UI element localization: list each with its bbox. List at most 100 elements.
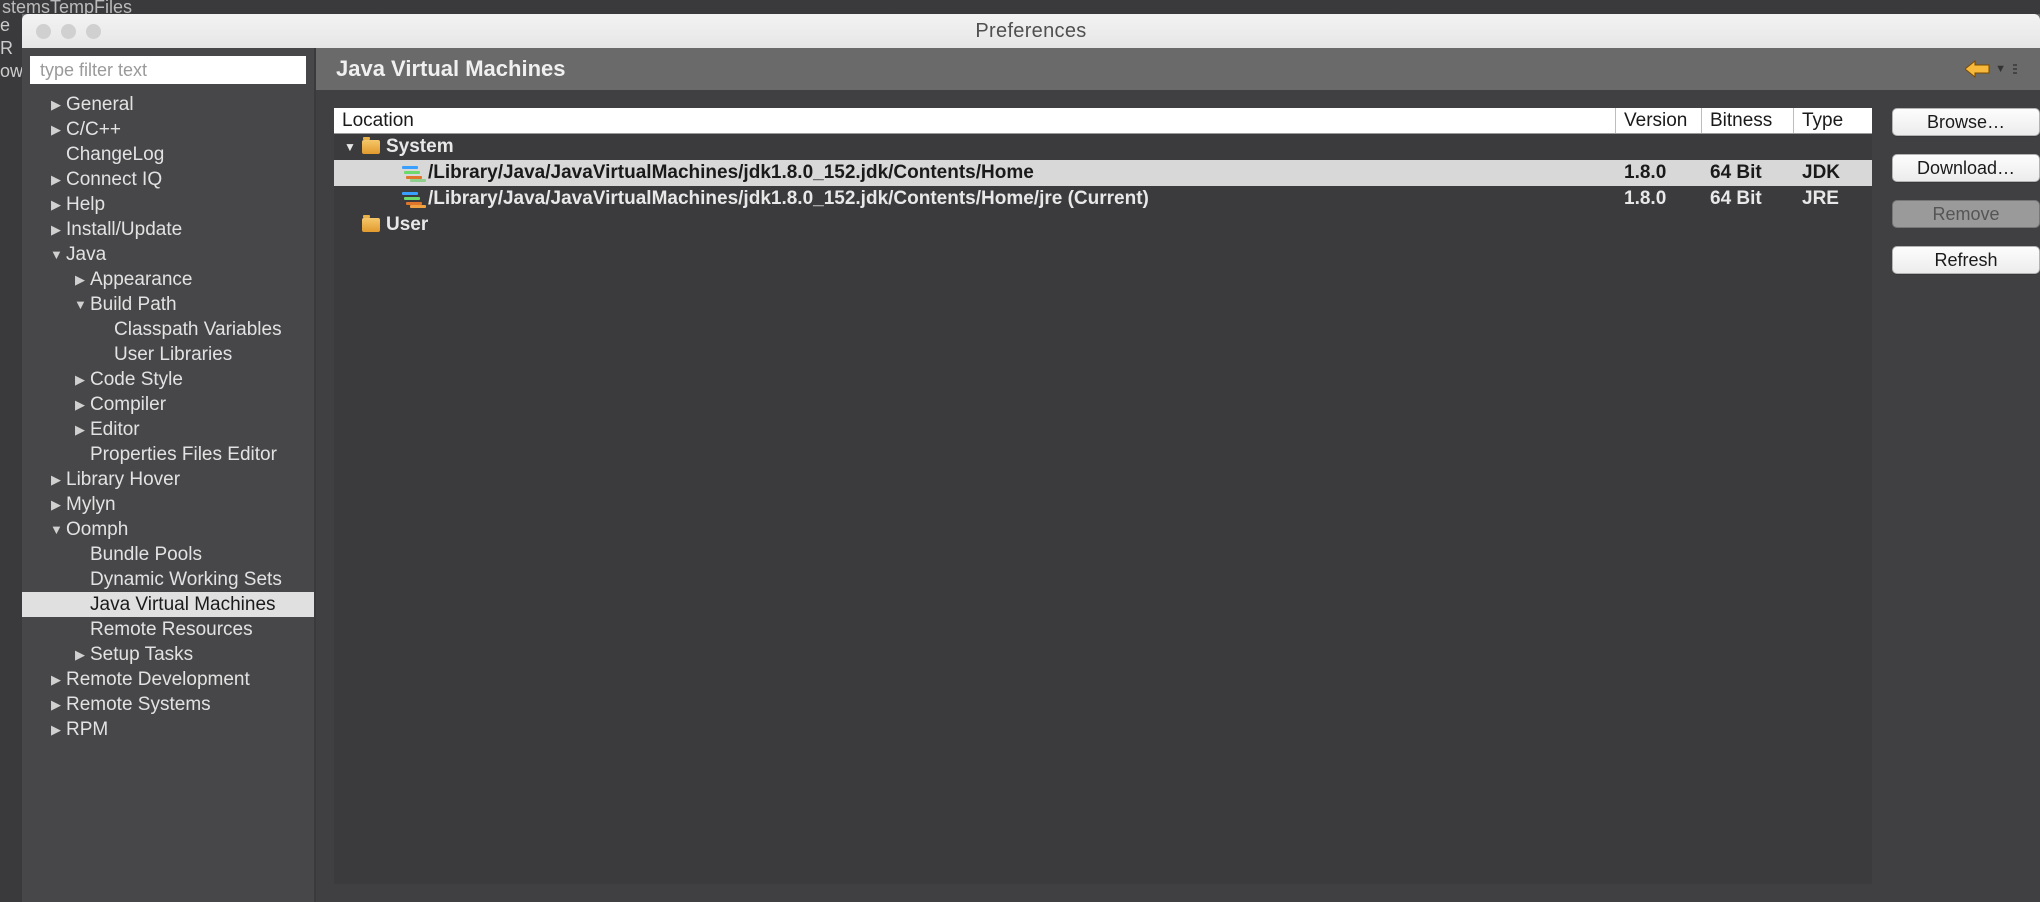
cell-version: 1.8.0	[1616, 188, 1702, 210]
tree-item-java-virtual-machines[interactable]: ▶Java Virtual Machines	[22, 592, 314, 617]
main-panel: Java Virtual Machines ▼ Loc	[316, 48, 2040, 902]
tree-item-c-c-[interactable]: ▶C/C++	[22, 117, 314, 142]
column-version[interactable]: Version	[1616, 108, 1702, 133]
cell-type: JDK	[1794, 162, 1872, 184]
tree-item-appearance[interactable]: ▶Appearance	[22, 267, 314, 292]
table-row[interactable]: ▶/Library/Java/JavaVirtualMachines/jdk1.…	[334, 160, 1872, 186]
tree-item-general[interactable]: ▶General	[22, 92, 314, 117]
tree-item-label: Properties Files Editor	[90, 442, 277, 467]
filter-input[interactable]	[30, 56, 306, 84]
chevron-right-icon[interactable]: ▶	[74, 267, 86, 292]
tree-item-label: Compiler	[90, 392, 166, 417]
chevron-down-icon[interactable]: ▼	[344, 140, 356, 154]
tree-item-editor[interactable]: ▶Editor	[22, 417, 314, 442]
back-arrow-icon[interactable]	[1965, 60, 1991, 78]
tree-item-properties-files-editor[interactable]: ▶Properties Files Editor	[22, 442, 314, 467]
browse-button[interactable]: Browse…	[1892, 108, 2040, 136]
chevron-down-icon[interactable]: ▼	[74, 292, 86, 317]
button-column: Browse… Download… Remove Refresh	[1892, 90, 2040, 902]
java-stack-icon	[402, 192, 422, 206]
tree-item-label: RPM	[66, 717, 108, 742]
tree-item-label: Remote Development	[66, 667, 250, 692]
tree-item-java[interactable]: ▼Java	[22, 242, 314, 267]
tree-item-help[interactable]: ▶Help	[22, 192, 314, 217]
tree-item-library-hover[interactable]: ▶Library Hover	[22, 467, 314, 492]
tree-item-dynamic-working-sets[interactable]: ▶Dynamic Working Sets	[22, 567, 314, 592]
table-group-row[interactable]: ▶User	[334, 212, 1872, 238]
tree-item-label: General	[66, 92, 134, 117]
window-title: Preferences	[22, 20, 2040, 43]
chevron-right-icon[interactable]: ▶	[74, 392, 86, 417]
tree-item-remote-development[interactable]: ▶Remote Development	[22, 667, 314, 692]
tree-item-label: C/C++	[66, 117, 121, 142]
chevron-right-icon[interactable]: ▶	[50, 717, 62, 742]
tree-item-build-path[interactable]: ▼Build Path	[22, 292, 314, 317]
remove-button: Remove	[1892, 200, 2040, 228]
table-header[interactable]: Location Version Bitness Type	[334, 108, 1872, 134]
preferences-tree[interactable]: ▶General▶C/C++▶ChangeLog▶Connect IQ▶Help…	[22, 92, 314, 902]
chevron-right-icon[interactable]: ▶	[50, 217, 62, 242]
tree-item-label: User Libraries	[114, 342, 232, 367]
tree-item-code-style[interactable]: ▶Code Style	[22, 367, 314, 392]
tree-item-remote-resources[interactable]: ▶Remote Resources	[22, 617, 314, 642]
chevron-right-icon[interactable]: ▶	[50, 192, 62, 217]
column-type[interactable]: Type	[1794, 108, 1872, 133]
tree-item-label: Java Virtual Machines	[90, 592, 276, 617]
chevron-down-icon[interactable]: ▼	[50, 242, 62, 267]
back-dropdown-icon[interactable]: ▼	[1995, 63, 2006, 75]
refresh-button[interactable]: Refresh	[1892, 246, 2040, 274]
chevron-right-icon[interactable]: ▶	[74, 642, 86, 667]
jvm-table[interactable]: Location Version Bitness Type ▼System▶/L…	[334, 108, 1872, 884]
table-row[interactable]: ▶/Library/Java/JavaVirtualMachines/jdk1.…	[334, 186, 1872, 212]
table-group-row[interactable]: ▼System	[334, 134, 1872, 160]
tree-item-label: Remote Systems	[66, 692, 211, 717]
cell-location: /Library/Java/JavaVirtualMachines/jdk1.8…	[428, 188, 1149, 210]
tree-item-label: Dynamic Working Sets	[90, 567, 282, 592]
cell-location: /Library/Java/JavaVirtualMachines/jdk1.8…	[428, 162, 1034, 184]
chevron-right-icon[interactable]: ▶	[74, 417, 86, 442]
chevron-right-icon[interactable]: ▶	[50, 492, 62, 517]
tree-item-install-update[interactable]: ▶Install/Update	[22, 217, 314, 242]
tree-item-mylyn[interactable]: ▶Mylyn	[22, 492, 314, 517]
chevron-right-icon[interactable]: ▶	[50, 667, 62, 692]
tree-item-label: Setup Tasks	[90, 642, 193, 667]
tree-item-label: Classpath Variables	[114, 317, 282, 342]
tree-item-label: Oomph	[66, 517, 128, 542]
cell-bitness: 64 Bit	[1702, 188, 1794, 210]
tree-item-oomph[interactable]: ▼Oomph	[22, 517, 314, 542]
tree-item-bundle-pools[interactable]: ▶Bundle Pools	[22, 542, 314, 567]
tree-item-label: ChangeLog	[66, 142, 164, 167]
column-bitness[interactable]: Bitness	[1702, 108, 1794, 133]
tree-item-remote-systems[interactable]: ▶Remote Systems	[22, 692, 314, 717]
tree-item-label: Bundle Pools	[90, 542, 202, 567]
titlebar[interactable]: Preferences	[22, 14, 2040, 48]
folder-icon	[362, 218, 380, 232]
column-location[interactable]: Location	[334, 108, 1616, 133]
tree-item-label: Install/Update	[66, 217, 182, 242]
folder-icon	[362, 140, 380, 154]
chevron-right-icon[interactable]: ▶	[74, 367, 86, 392]
tree-item-compiler[interactable]: ▶Compiler	[22, 392, 314, 417]
tree-item-label: Editor	[90, 417, 140, 442]
page-title: Java Virtual Machines	[336, 56, 566, 82]
tree-item-user-libraries[interactable]: ▶User Libraries	[22, 342, 314, 367]
chevron-down-icon[interactable]: ▼	[50, 517, 62, 542]
view-menu-icon[interactable]	[2010, 61, 2020, 77]
tree-item-changelog[interactable]: ▶ChangeLog	[22, 142, 314, 167]
preferences-tree-sidebar: ▶General▶C/C++▶ChangeLog▶Connect IQ▶Help…	[22, 48, 316, 902]
cell-location: User	[386, 214, 428, 236]
chevron-right-icon[interactable]: ▶	[50, 467, 62, 492]
tree-item-rpm[interactable]: ▶RPM	[22, 717, 314, 742]
chevron-right-icon[interactable]: ▶	[50, 92, 62, 117]
tree-item-label: Remote Resources	[90, 617, 253, 642]
chevron-right-icon[interactable]: ▶	[50, 692, 62, 717]
chevron-right-icon[interactable]: ▶	[50, 167, 62, 192]
preferences-window: Preferences ▶General▶C/C++▶ChangeLog▶Con…	[22, 14, 2040, 902]
java-stack-icon	[402, 166, 422, 180]
tree-item-label: Appearance	[90, 267, 192, 292]
tree-item-setup-tasks[interactable]: ▶Setup Tasks	[22, 642, 314, 667]
download-button[interactable]: Download…	[1892, 154, 2040, 182]
tree-item-connect-iq[interactable]: ▶Connect IQ	[22, 167, 314, 192]
chevron-right-icon[interactable]: ▶	[50, 117, 62, 142]
tree-item-classpath-variables[interactable]: ▶Classpath Variables	[22, 317, 314, 342]
